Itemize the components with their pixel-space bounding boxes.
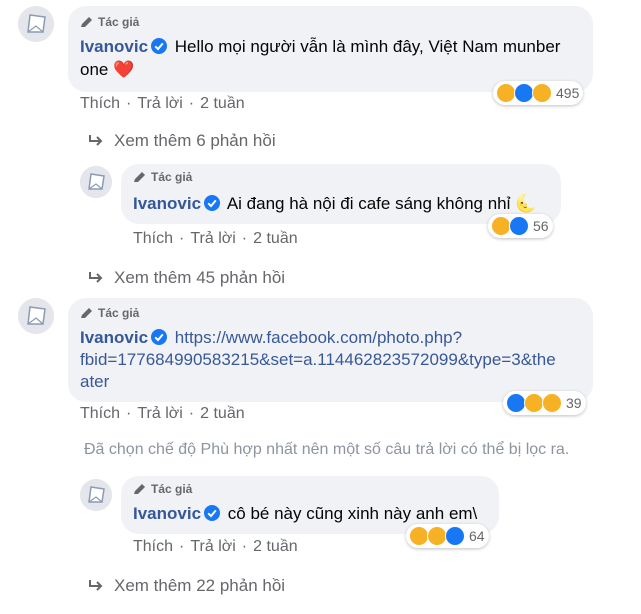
reactions-summary[interactable]: 39 [503,391,586,415]
reply-arrow-icon [89,135,103,146]
author-tag-label: Tác giả [98,306,140,320]
view-more-replies[interactable]: Xem thêm 45 phản hồi [88,268,285,288]
haha-icon [491,216,511,236]
reactions-summary[interactable]: 495 [493,81,584,105]
comment-actions: Thích · Trả lời · 2 tuần [80,405,245,423]
reactions-summary[interactable]: 64 [406,524,489,548]
commenter-name[interactable]: Ivanovic [133,504,201,523]
like-button[interactable]: Thích [80,405,120,423]
haha-icon [524,393,544,413]
author-tag-label: Tác giả [98,15,140,29]
like-button[interactable]: Thích [133,230,173,248]
view-more-replies-label: Xem thêm 45 phản hồi [114,268,286,287]
comment-text-line-1: cô bé này cũng xinh này anh em\ [227,504,478,523]
verified-badge-icon [204,505,221,521]
comment-text: Ivanovic Ai đang hà nội đi cafe sáng khô… [133,193,536,215]
comment-text: Ivanovic Hello mọi người vẫn là mình đây… [80,36,560,58]
flag-avatar-icon [18,298,54,334]
reply-button[interactable]: Trả lời [190,230,235,248]
pencil-icon [134,172,145,182]
verified-badge-icon [151,329,168,345]
view-more-replies[interactable]: Xem thêm 6 phản hồi [88,131,276,151]
avatar[interactable] [18,298,54,334]
haha-icon [409,526,429,546]
pencil-icon [81,308,92,318]
filter-notice: Đã chọn chế độ Phù hợp nhất nên một số c… [84,441,570,458]
comment-actions: Thích · Trả lời · 2 tuần [80,95,245,113]
reaction-count: 39 [566,395,582,411]
avatar[interactable] [80,479,112,511]
comment-text-line-2: one ❤️ [80,60,135,79]
reply-button[interactable]: Trả lời [137,95,182,113]
reaction-count: 56 [533,218,549,234]
like-icon [506,393,526,413]
comment-actions: Thích · Trả lời · 2 tuần [133,538,298,556]
reply-button[interactable]: Trả lời [137,405,182,423]
timestamp[interactable]: 2 tuần [253,538,297,556]
commenter-name[interactable]: Ivanovic [133,194,201,213]
author-tag: Tác giả [133,482,192,496]
haha-icon [496,83,516,103]
commenter-name[interactable]: Ivanovic [80,37,148,56]
author-tag-label: Tác giả [151,170,193,184]
view-more-replies-label: Xem thêm 22 phản hồi [114,576,286,595]
like-icon [509,216,529,236]
avatar[interactable] [80,166,112,198]
reply-button[interactable]: Trả lời [190,538,235,556]
author-tag: Tác giả [80,306,139,320]
avatar[interactable] [18,6,54,42]
verified-badge-icon [204,195,221,211]
comment-text-line-1: Ai đang hà nội đi cafe sáng không nhỉ 🌜 [226,194,537,213]
like-icon [514,83,534,103]
sad-icon [427,526,447,546]
timestamp[interactable]: 2 tuần [253,230,297,248]
reply-arrow-icon [89,272,103,283]
author-tag: Tác giả [133,170,192,184]
timestamp[interactable]: 2 tuần [200,95,244,113]
flag-avatar-icon [80,479,112,511]
pencil-icon [81,17,92,27]
view-more-replies-label: Xem thêm 6 phản hồi [114,131,276,150]
like-icon [445,526,465,546]
author-tag-label: Tác giả [151,482,193,496]
like-button[interactable]: Thích [133,538,173,556]
flag-avatar-icon [80,166,112,198]
comment-link-line-3[interactable]: ater [80,371,109,393]
commenter-name[interactable]: Ivanovic [80,328,148,347]
comment-text: Ivanovic cô bé này cũng xinh này anh em\ [133,503,477,525]
sad-icon [542,393,562,413]
flag-avatar-icon [18,6,54,42]
sad-icon [532,83,552,103]
view-more-replies[interactable]: Xem thêm 22 phản hồi [88,576,285,596]
reaction-count: 64 [469,528,485,544]
comment-actions: Thích · Trả lời · 2 tuần [133,230,298,248]
verified-badge-icon [151,38,168,54]
like-button[interactable]: Thích [80,95,120,113]
comment-link-line-2[interactable]: fbid=177684990583215&set=a.1144628235720… [80,349,556,371]
comment-text-line-1: Hello mọi người vẫn là mình đây, Việt Na… [174,37,561,56]
pencil-icon [134,484,145,494]
timestamp[interactable]: 2 tuần [200,405,244,423]
comment-link[interactable]: https://www.facebook.com/photo.php? [175,328,462,347]
reactions-summary[interactable]: 56 [488,214,553,238]
reaction-count: 495 [556,85,580,101]
reply-arrow-icon [89,580,103,591]
comment-text: Ivanovic https://www.facebook.com/photo.… [80,327,462,349]
author-tag: Tác giả [80,15,139,29]
